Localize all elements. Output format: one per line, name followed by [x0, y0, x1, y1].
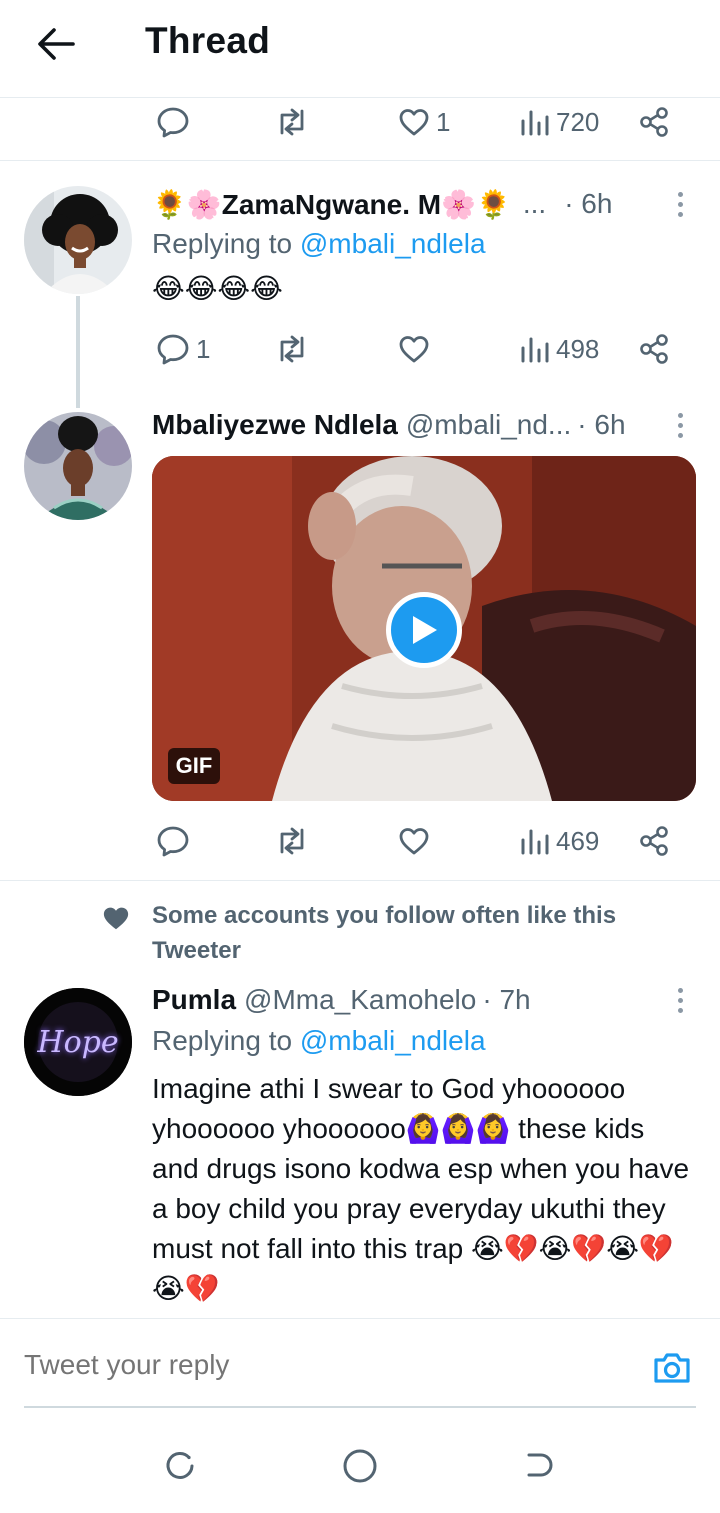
divider [0, 880, 720, 881]
avatar-mbali[interactable] [24, 412, 132, 520]
like-button[interactable]: 1 [398, 97, 450, 147]
reply-button[interactable] [156, 816, 190, 866]
views-count: 469 [556, 825, 600, 856]
heart-icon [399, 109, 429, 136]
views-icon [521, 829, 549, 855]
retweet-button[interactable] [274, 324, 310, 374]
views-count: 720 [556, 106, 600, 137]
like-button[interactable] [398, 324, 430, 374]
tweet-header: 🌻🌸ZamaNgwane. M🌸🌻 ... · 6h [152, 184, 682, 224]
username[interactable]: @mbali_nd... [406, 409, 571, 441]
share-button[interactable] [638, 324, 670, 374]
home-circle-icon[interactable] [340, 1446, 380, 1486]
replying-label: Replying to [152, 228, 293, 259]
tweet-actions: 469 [152, 816, 692, 866]
display-name[interactable]: Mbaliyezwe Ndlela [152, 409, 398, 441]
retweet-button[interactable] [274, 97, 310, 147]
retweet-icon [280, 827, 304, 855]
play-button[interactable] [386, 592, 462, 668]
thread-connector [76, 296, 80, 408]
reply-count: 1 [196, 333, 211, 364]
views-icon [521, 110, 549, 136]
camera-icon[interactable] [650, 1346, 694, 1390]
more-options-icon[interactable] [668, 405, 692, 445]
mention-link[interactable]: @mbali_ndlela [300, 228, 486, 259]
tweet-actions: 1 498 [152, 324, 692, 374]
username[interactable]: @Mma_Kamohelo [244, 984, 476, 1016]
divider [0, 160, 720, 161]
retweet-icon [280, 335, 304, 363]
social-context: Some accounts you follow often like this… [152, 902, 617, 964]
reply-composer [0, 1318, 720, 1408]
retweet-button[interactable] [274, 816, 310, 866]
views-button[interactable]: 720 [520, 97, 599, 147]
share-button[interactable] [638, 97, 670, 147]
tweet-actions-previous: 1 720 [152, 97, 692, 147]
mention-link[interactable]: @mbali_ndlela [300, 1025, 486, 1056]
reply-button[interactable] [156, 97, 190, 147]
reply-icon [157, 107, 189, 138]
views-button[interactable]: 469 [520, 816, 599, 866]
top-bar: Thread [0, 0, 720, 98]
tweet-text: Imagine athi I swear to God yhoooooo yho… [152, 1073, 690, 1304]
replying-label: Replying to [152, 1025, 293, 1056]
gif-badge: GIF [168, 748, 220, 784]
display-name[interactable]: Pumla [152, 984, 236, 1016]
avatar-zamangwane[interactable] [24, 186, 132, 294]
more-options-icon[interactable] [668, 184, 692, 224]
play-icon [413, 616, 437, 644]
like-button[interactable] [398, 816, 430, 866]
reply-icon [157, 334, 189, 365]
tweet-header: Pumla @Mma_Kamohelo · 7h [152, 980, 632, 1020]
views-button[interactable]: 498 [520, 324, 599, 374]
recent-apps-icon[interactable] [160, 1446, 200, 1486]
replying-to: Replying to @mbali_ndlela [152, 228, 486, 260]
heart-icon [399, 336, 429, 363]
tweet-time[interactable]: · 6h [577, 409, 625, 441]
tweet-text: 😂😂😂😂 [152, 273, 283, 304]
tweet-header: Mbaliyezwe Ndlela @mbali_nd... · 6h [152, 405, 626, 445]
share-icon [640, 107, 668, 137]
system-nav-bar [0, 1408, 720, 1513]
name-ellipsis: ... [522, 188, 547, 219]
reply-button[interactable]: 1 [156, 324, 210, 374]
views-icon [521, 337, 549, 363]
tweet-time[interactable]: · 7h [482, 984, 530, 1016]
back-nav-icon[interactable] [518, 1446, 558, 1486]
heart-icon [399, 828, 429, 855]
reply-icon [157, 826, 189, 857]
replying-to: Replying to @mbali_ndlela [152, 1025, 486, 1057]
like-count: 1 [436, 106, 451, 137]
avatar-pumla[interactable]: Hope [24, 988, 132, 1096]
avatar-neon-text: Hope [36, 1025, 118, 1060]
back-arrow-icon[interactable] [34, 22, 78, 66]
heart-filled-icon [102, 905, 130, 936]
share-button[interactable] [638, 816, 670, 866]
display-name[interactable]: 🌻🌸ZamaNgwane. M🌸🌻 [152, 188, 511, 221]
tweet-time[interactable]: · 6h [564, 188, 612, 220]
share-icon [640, 826, 668, 856]
retweet-icon [280, 108, 304, 136]
more-options-icon[interactable] [668, 980, 692, 1020]
views-count: 498 [556, 333, 600, 364]
page-title: Thread [145, 20, 271, 61]
share-icon [640, 334, 668, 364]
reply-input[interactable] [24, 1349, 584, 1381]
